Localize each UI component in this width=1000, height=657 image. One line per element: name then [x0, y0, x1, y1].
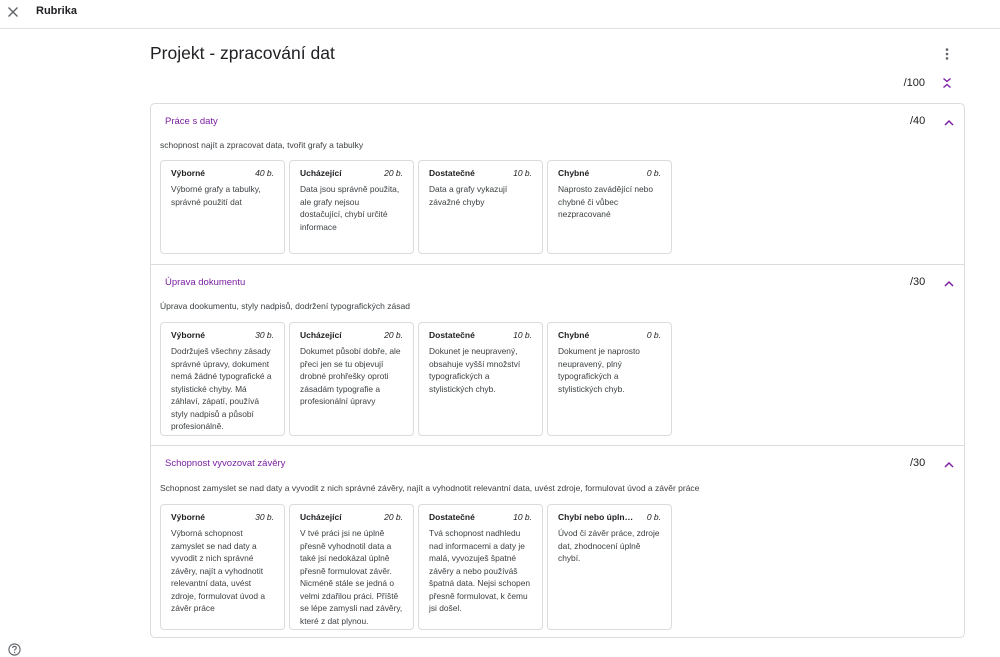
- level-points: 20 b.: [384, 168, 403, 178]
- unfold-less-icon: [943, 77, 951, 89]
- criterion-title[interactable]: Práce s daty: [165, 116, 218, 127]
- criterion-collapse-button[interactable]: [941, 456, 957, 472]
- level-points: 40 b.: [255, 168, 274, 178]
- more-vert-icon: [945, 48, 949, 60]
- level-description: Výborné grafy a tabulky, správné použití…: [171, 184, 261, 207]
- chevron-up-icon: [944, 461, 954, 468]
- level-card[interactable]: Dostatečné 10 b. Dokunet je neupravený, o…: [418, 322, 543, 436]
- page-title: Projekt - zpracování dat: [150, 43, 335, 63]
- criterion-title[interactable]: Úprava dokumentu: [165, 277, 245, 288]
- level-card[interactable]: Ucházející 20 b. V tvé práci jsi ne úplně…: [289, 504, 414, 630]
- chevron-up-icon: [944, 280, 954, 287]
- level-name: Chybí nebo úplně š…: [558, 512, 636, 522]
- level-points: 10 b.: [513, 330, 532, 340]
- level-card[interactable]: Výborné 40 b. Výborné grafy a tabulky, sp…: [160, 160, 285, 254]
- level-name: Výborné: [171, 512, 206, 522]
- level-description: Data a grafy vykazují závažné chyby: [429, 184, 508, 207]
- total-points: /100: [903, 77, 925, 89]
- level-name: Chybné: [558, 330, 590, 340]
- help-button[interactable]: [6, 641, 22, 657]
- level-name: Výborné: [171, 330, 206, 340]
- criterion-prace-s-daty: Práce s daty /40 schopnost najít a zprac…: [151, 104, 964, 264]
- level-card[interactable]: Chybné 0 b. Dokument je naprosto neuprave…: [547, 322, 672, 436]
- level-points: 0 b.: [646, 168, 661, 178]
- top-bar: Rubrika: [0, 0, 1000, 29]
- level-description: Tvá schopnost nadhledu nad informacemi a…: [429, 528, 531, 613]
- criterion-description: Úprava dookumentu, styly nadpisů, dodrže…: [160, 301, 410, 311]
- criterion-description: schopnost najít a zpracovat data, tvořit…: [160, 140, 364, 150]
- level-description: Dokumet působí dobře, ale přeci jen se t…: [300, 346, 401, 406]
- level-card[interactable]: Ucházející 20 b. Data jsou správně použit…: [289, 160, 414, 254]
- level-name: Chybné: [558, 168, 590, 178]
- level-description: Úvod či závěr práce, zdroje dat, zhodnoc…: [558, 528, 660, 563]
- criterion-description: Schopnost zamyslet se nad daty a vyvodit…: [160, 483, 700, 493]
- topbar-title: Rubrika: [36, 5, 77, 17]
- level-points: 0 b.: [646, 330, 661, 340]
- chevron-up-icon: [944, 119, 954, 126]
- level-name: Dostatečné: [429, 512, 475, 522]
- level-card[interactable]: Výborné 30 b. Dodržuješ všechny zásady sp…: [160, 322, 285, 436]
- level-name: Výborné: [171, 168, 206, 178]
- level-description: Dokument je naprosto neupravený, plný ty…: [558, 346, 640, 394]
- level-card[interactable]: Chybí nebo úplně š… 0 b. Úvod či závěr pr…: [547, 504, 672, 630]
- level-description: Dokunet je neupravený, obsahuje vyšší mn…: [429, 346, 521, 394]
- criterion-points: /30: [910, 276, 926, 288]
- level-name: Ucházející: [300, 330, 342, 340]
- level-points: 30 b.: [255, 330, 274, 340]
- close-button[interactable]: [4, 3, 22, 21]
- level-description: Výborná schopnost zamyslet se nad daty a…: [171, 528, 266, 613]
- level-card[interactable]: Dostatečné 10 b. Data a grafy vykazují zá…: [418, 160, 543, 254]
- rubric-card: Práce s daty /40 schopnost najít a zprac…: [150, 103, 965, 638]
- criterion-schopnost-vyvozovat-zavery: Schopnost vyvozovat závěry /30 Schopnost…: [151, 445, 964, 638]
- criterion-title[interactable]: Schopnost vyvozovat závěry: [165, 458, 285, 469]
- criterion-collapse-button[interactable]: [941, 275, 957, 291]
- level-name: Dostatečné: [429, 168, 475, 178]
- criterion-uprava-dokumentu: Úprava dokumentu /30 Úprava dookumentu, …: [151, 264, 964, 446]
- level-points: 10 b.: [513, 168, 532, 178]
- level-description: Dodržuješ všechny zásady správné úpravy,…: [171, 346, 272, 431]
- level-points: 20 b.: [384, 330, 403, 340]
- level-description: Data jsou správně použita, ale grafy nej…: [300, 184, 400, 232]
- level-name: Ucházející: [300, 512, 342, 522]
- close-icon: [8, 7, 18, 17]
- level-description: V tvé práci jsi ne úplně přesně vyhodnot…: [300, 528, 403, 626]
- level-description: Naprosto zavádějící nebo chybné či vůbec…: [558, 184, 653, 219]
- collapse-all-button[interactable]: [939, 75, 955, 91]
- criterion-points: /30: [910, 457, 926, 469]
- more-options-button[interactable]: [938, 45, 956, 63]
- level-card[interactable]: Ucházející 20 b. Dokumet působí dobře, al…: [289, 322, 414, 436]
- level-points: 20 b.: [384, 512, 403, 522]
- level-points: 10 b.: [513, 512, 532, 522]
- level-points: 0 b.: [646, 512, 661, 522]
- level-name: Dostatečné: [429, 330, 475, 340]
- level-card[interactable]: Dostatečné 10 b. Tvá schopnost nadhledu n…: [418, 504, 543, 630]
- level-card[interactable]: Chybné 0 b. Naprosto zavádějící nebo chyb…: [547, 160, 672, 254]
- criterion-collapse-button[interactable]: [941, 114, 957, 130]
- criterion-points: /40: [910, 115, 926, 127]
- level-name: Ucházející: [300, 168, 342, 178]
- level-card[interactable]: Výborné 30 b. Výborná schopnost zamyslet …: [160, 504, 285, 630]
- help-icon: [7, 642, 21, 656]
- level-points: 30 b.: [255, 512, 274, 522]
